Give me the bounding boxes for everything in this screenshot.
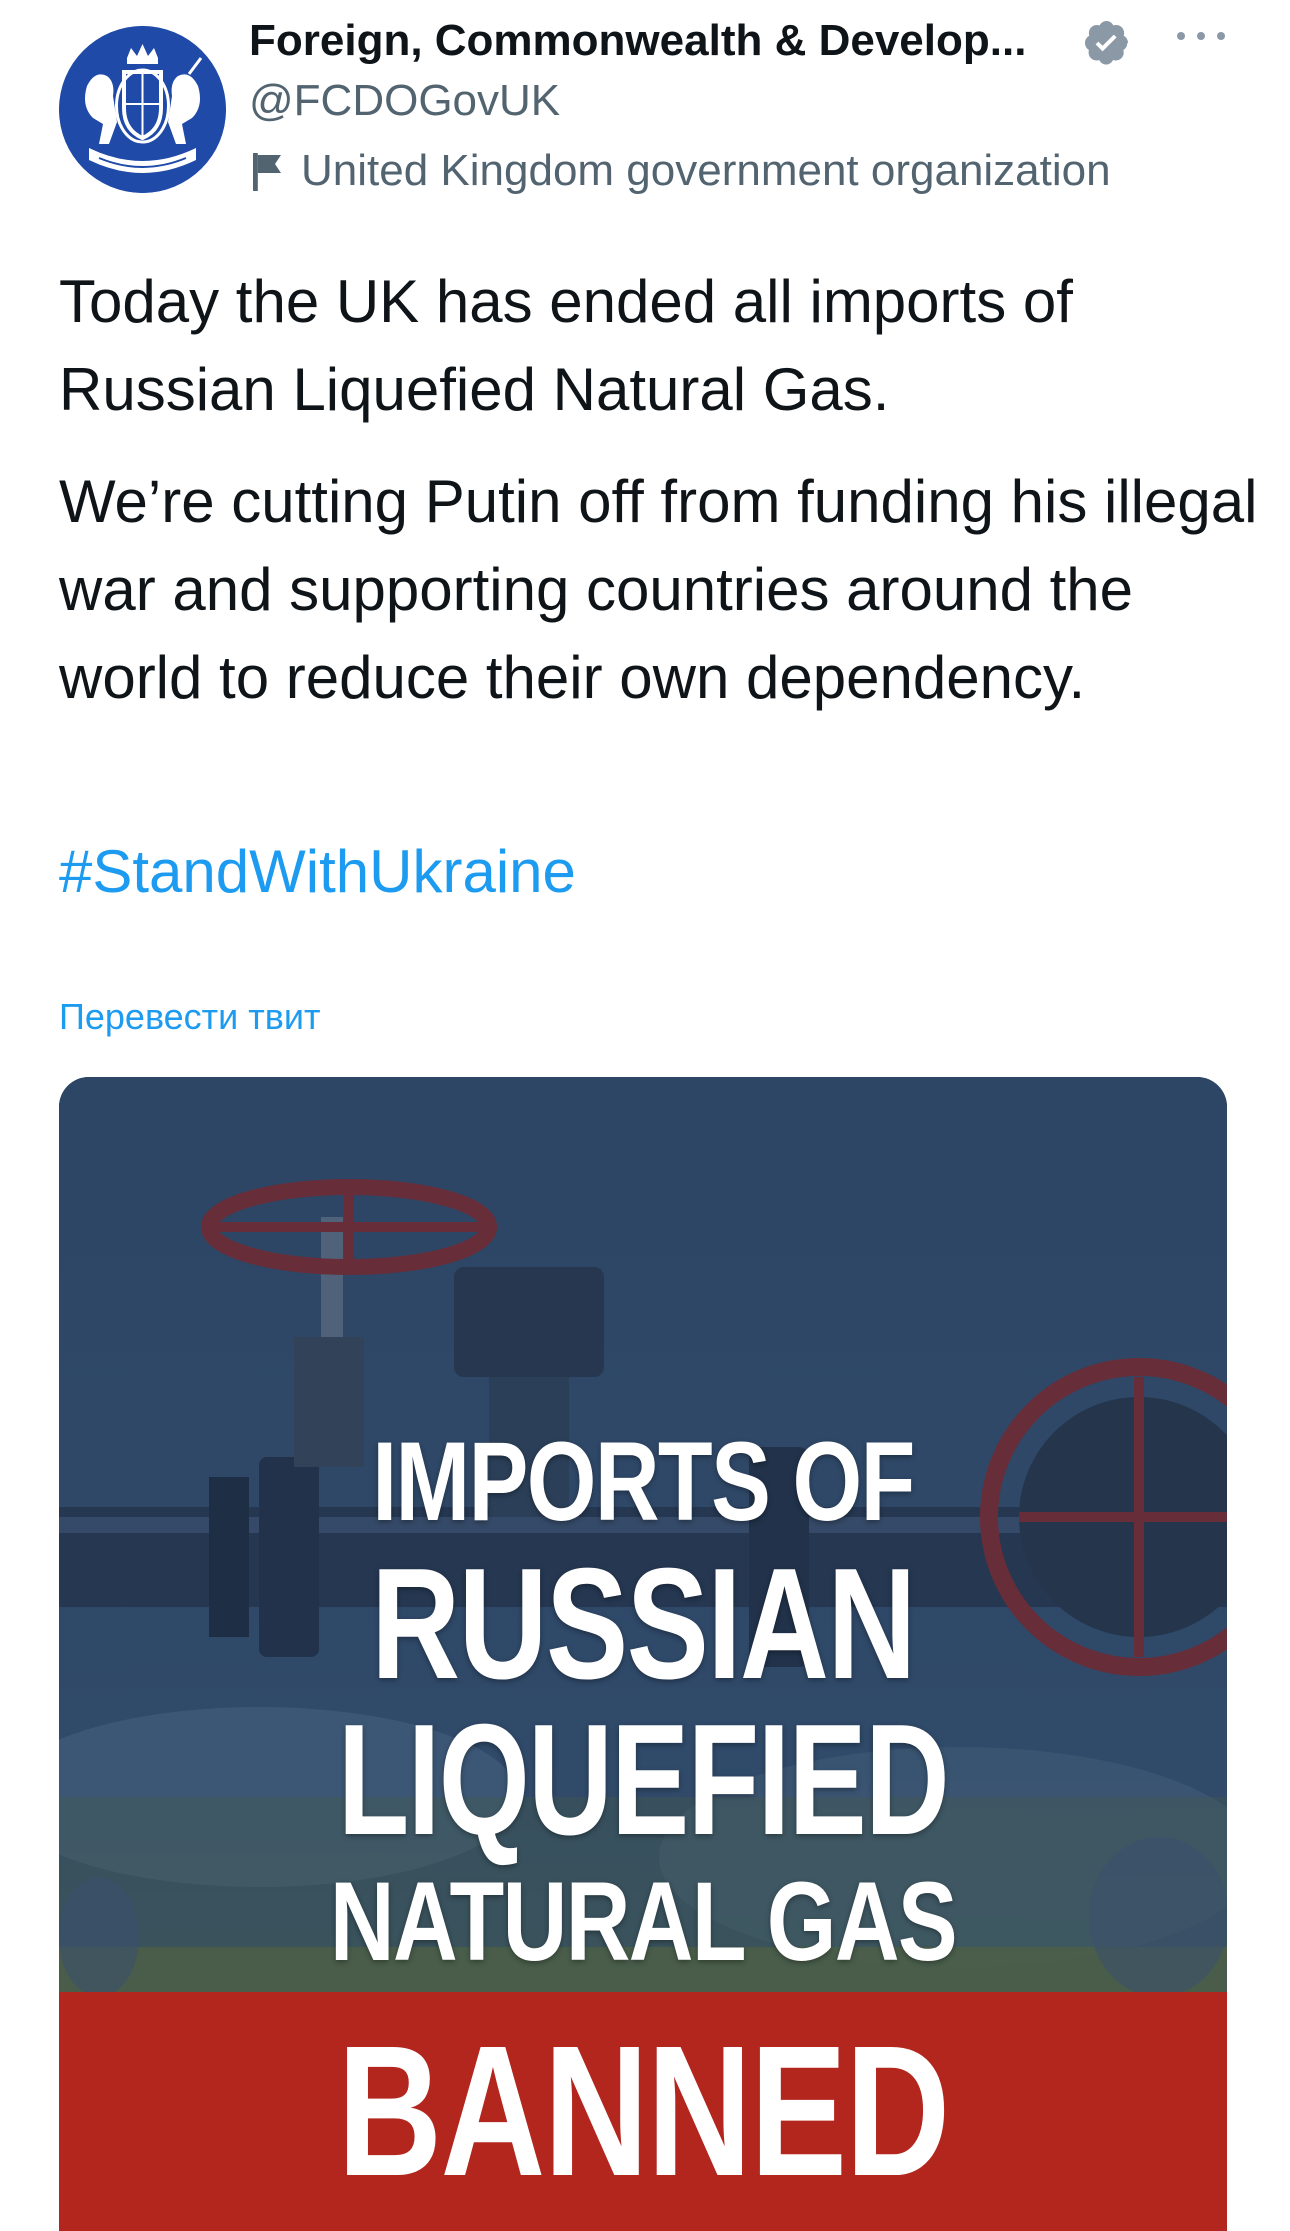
affiliation-text: United Kingdom government organization: [301, 146, 1111, 195]
coat-of-arms-icon: [59, 26, 226, 193]
hashtag-link[interactable]: #StandWithUkraine: [59, 828, 576, 916]
tweet-media-image[interactable]: IMPORTS OF RUSSIAN LIQUEFIED NATURAL GAS…: [59, 1077, 1227, 2231]
tweet-paragraph: Today the UK has ended all imports of Ru…: [59, 268, 1073, 423]
more-dot: [1177, 32, 1185, 40]
more-dot: [1217, 32, 1225, 40]
media-headline-line: LIQUEFIED: [337, 1692, 950, 1868]
more-options-button[interactable]: [1177, 20, 1225, 52]
more-dot: [1197, 32, 1205, 40]
tweet-paragraph: We’re cutting Putin off from funding his…: [59, 468, 1258, 711]
affiliation-label: United Kingdom government organization: [249, 145, 1111, 197]
media-headline-line: NATURAL GAS: [329, 1859, 958, 1984]
flag-icon: [253, 153, 281, 191]
verified-badge-icon: [1085, 21, 1128, 65]
author-handle[interactable]: @FCDOGovUK: [249, 76, 560, 126]
media-headline-line: IMPORTS OF: [372, 1419, 915, 1544]
translate-tweet-link[interactable]: Перевести твит: [59, 996, 321, 1038]
avatar[interactable]: [59, 26, 226, 193]
banned-text: BANNED: [337, 2008, 950, 2215]
author-display-name[interactable]: Foreign, Commonwealth & Develop...: [249, 16, 1026, 66]
media-headline-line: RUSSIAN: [371, 1536, 916, 1712]
